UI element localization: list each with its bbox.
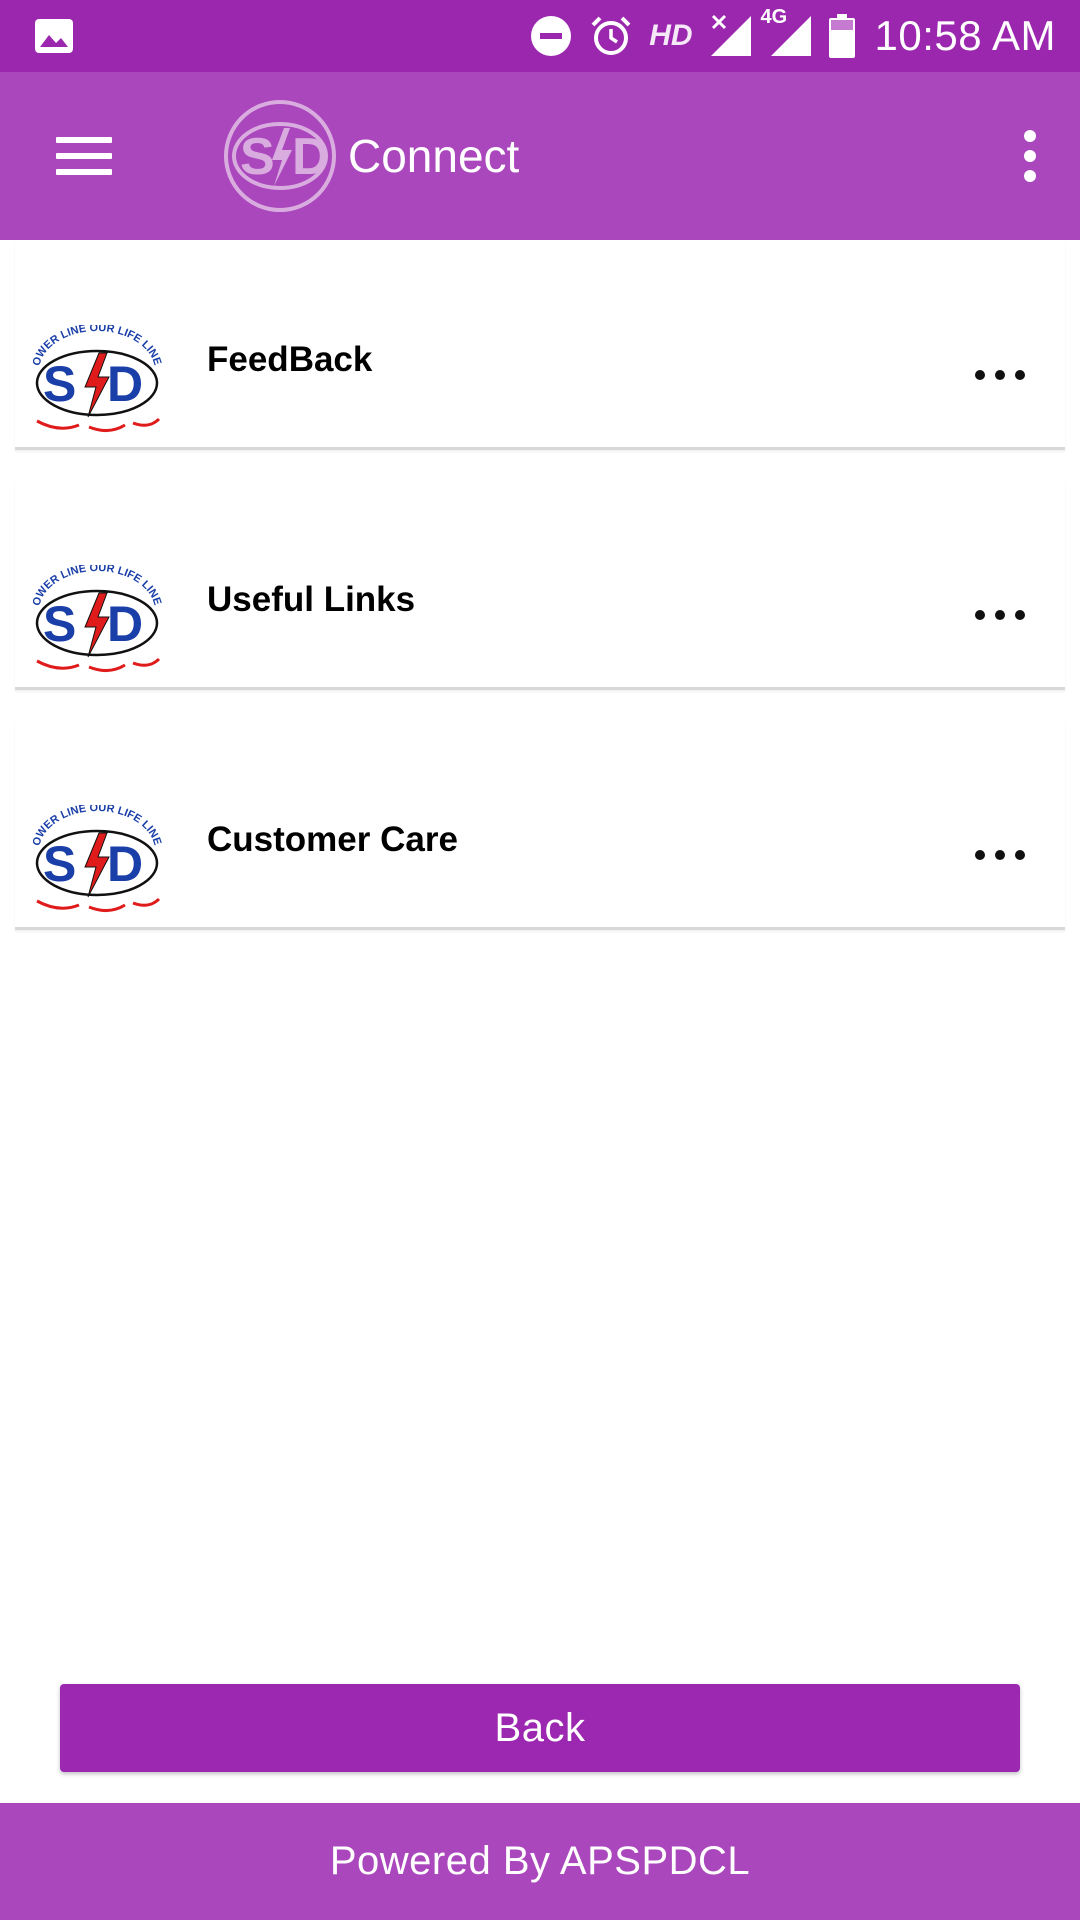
more-horiz-icon[interactable] — [975, 850, 1025, 864]
spdcl-logo: OWER LINE OUR LIFE LINE S D — [31, 325, 163, 432]
spdcl-logo: OWER LINE OUR LIFE LINE S D — [31, 805, 163, 912]
network-type-label: 4G — [760, 6, 788, 28]
status-time: 10:58 AM — [874, 12, 1056, 59]
more-horiz-icon[interactable] — [975, 610, 1025, 624]
svg-text:D: D — [107, 356, 143, 412]
image-icon — [35, 19, 73, 53]
dnd-icon — [531, 16, 572, 56]
svg-text:D: D — [292, 128, 330, 186]
spdcl-logo: S D — [224, 100, 336, 212]
svg-text:S: S — [240, 128, 275, 186]
list-item-label: Useful Links — [207, 580, 416, 619]
status-bar: HD 4G 10:58 AM — [0, 0, 1080, 72]
back-button[interactable]: Back — [60, 1684, 1020, 1772]
battery-icon — [828, 14, 855, 58]
list-item-feedback[interactable]: OWER LINE OUR LIFE LINE S D FeedBack — [15, 240, 1065, 450]
alarm-icon — [591, 16, 631, 55]
more-horiz-icon[interactable] — [975, 370, 1025, 384]
svg-text:D: D — [107, 596, 143, 652]
spdcl-logo: OWER LINE OUR LIFE LINE S D — [31, 565, 163, 672]
svg-text:S: S — [43, 836, 76, 892]
app-title: Connect — [348, 130, 520, 182]
app-bar: S D Connect — [0, 72, 1080, 240]
svg-text:S: S — [43, 596, 76, 652]
footer-powered-by: Powered By APSPDCL — [0, 1803, 1080, 1920]
signal-no-service-icon — [710, 14, 751, 56]
hd-icon: HD — [649, 19, 693, 52]
svg-text:D: D — [107, 836, 143, 892]
list-item-label: Customer Care — [207, 820, 458, 859]
hamburger-menu-icon[interactable] — [44, 124, 124, 188]
list-item-label: FeedBack — [207, 340, 373, 379]
svg-text:S: S — [43, 356, 76, 412]
signal-4g-icon: 4G — [761, 6, 813, 58]
list-item-customer-care[interactable]: OWER LINE OUR LIFE LINE S D Customer Car… — [15, 720, 1065, 930]
list-item-useful-links[interactable]: OWER LINE OUR LIFE LINE S D Useful Links — [15, 480, 1065, 690]
overflow-menu-icon[interactable] — [1010, 124, 1050, 188]
